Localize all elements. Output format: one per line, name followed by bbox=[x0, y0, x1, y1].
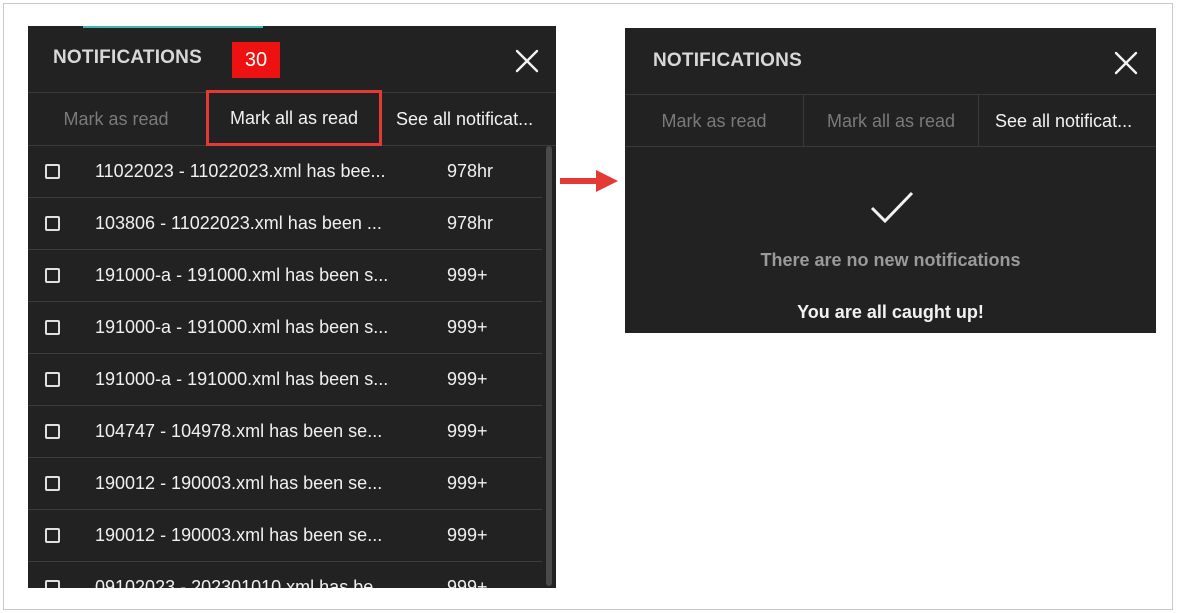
mark-all-as-read-button[interactable]: Mark all as read bbox=[803, 95, 979, 147]
notification-age: 978hr bbox=[447, 213, 494, 233]
notification-age: 999+ bbox=[447, 421, 488, 441]
mark-as-read-button[interactable]: Mark as read bbox=[625, 95, 803, 147]
panel-header: NOTIFICATIONS 30 bbox=[28, 26, 556, 92]
scrollbar[interactable] bbox=[546, 146, 552, 586]
notification-row[interactable]: 191000-a - 191000.xml has been s... 999+ bbox=[28, 250, 542, 302]
checkbox-icon[interactable] bbox=[45, 580, 60, 588]
notification-row[interactable]: 190012 - 190003.xml has been se... 999+ bbox=[28, 510, 542, 562]
panel-header: NOTIFICATIONS bbox=[625, 28, 1156, 94]
checkbox-icon[interactable] bbox=[45, 476, 60, 491]
notification-text: 103806 - 11022023.xml has been ... bbox=[95, 213, 382, 233]
checkbox-icon[interactable] bbox=[45, 216, 60, 231]
panel-title: NOTIFICATIONS bbox=[653, 50, 802, 71]
notification-text: 191000-a - 191000.xml has been s... bbox=[95, 317, 389, 337]
close-icon[interactable] bbox=[1113, 50, 1139, 76]
see-all-notifications-button[interactable]: See all notificat... bbox=[981, 95, 1156, 147]
notification-row[interactable]: 09102023 - 202301010.xml has be... 999+ bbox=[28, 562, 542, 588]
notification-row[interactable]: 191000-a - 191000.xml has been s... 999+ bbox=[28, 302, 542, 354]
notification-age: 999+ bbox=[447, 369, 488, 389]
notification-age: 999+ bbox=[447, 317, 488, 337]
empty-state-message: There are no new notifications bbox=[760, 250, 1021, 270]
notification-age: 999+ bbox=[447, 577, 488, 588]
notification-age: 978hr bbox=[447, 161, 494, 181]
notification-text: 09102023 - 202301010.xml has be... bbox=[95, 577, 389, 588]
notification-age: 999+ bbox=[447, 265, 488, 285]
notification-text: 104747 - 104978.xml has been se... bbox=[95, 421, 383, 441]
checkbox-icon[interactable] bbox=[45, 164, 60, 179]
notification-row[interactable]: 11022023 - 11022023.xml has bee... 978hr bbox=[28, 146, 542, 198]
notification-text: 11022023 - 11022023.xml has bee... bbox=[95, 161, 386, 181]
caught-up-message: You are all caught up! bbox=[797, 302, 984, 322]
checkbox-icon[interactable] bbox=[45, 372, 60, 387]
checkbox-icon[interactable] bbox=[45, 268, 60, 283]
notification-age: 999+ bbox=[447, 525, 488, 545]
panel-title: NOTIFICATIONS bbox=[53, 47, 202, 68]
notification-list: 11022023 - 11022023.xml has bee... 978hr… bbox=[28, 146, 542, 588]
notification-text: 191000-a - 191000.xml has been s... bbox=[95, 369, 389, 389]
notification-text: 191000-a - 191000.xml has been s... bbox=[95, 265, 389, 285]
mark-as-read-button[interactable]: Mark as read bbox=[28, 93, 204, 145]
notification-row[interactable]: 191000-a - 191000.xml has been s... 999+ bbox=[28, 354, 542, 406]
checkbox-icon[interactable] bbox=[45, 320, 60, 335]
notification-age: 999+ bbox=[447, 473, 488, 493]
mark-all-as-read-button[interactable]: Mark all as read bbox=[206, 90, 382, 146]
notification-text: 190012 - 190003.xml has been se... bbox=[95, 525, 383, 545]
action-bar: Mark as read Mark all as read See all no… bbox=[625, 94, 1156, 147]
notification-text: 190012 - 190003.xml has been se... bbox=[95, 473, 383, 493]
see-all-notifications-button[interactable]: See all notificat... bbox=[388, 93, 556, 145]
checkmark-icon bbox=[869, 190, 915, 226]
checkbox-icon[interactable] bbox=[45, 528, 60, 543]
close-icon[interactable] bbox=[514, 48, 540, 74]
notifications-panel-after: NOTIFICATIONS Mark as read Mark all as r… bbox=[625, 28, 1156, 333]
notification-row[interactable]: 104747 - 104978.xml has been se... 999+ bbox=[28, 406, 542, 458]
notification-count-badge: 30 bbox=[232, 42, 280, 78]
notifications-panel-before: NOTIFICATIONS 30 Mark as read Mark all a… bbox=[28, 26, 556, 588]
checkbox-icon[interactable] bbox=[45, 424, 60, 439]
arrow-right-icon bbox=[560, 168, 620, 194]
action-bar: Mark as read Mark all as read See all no… bbox=[28, 90, 556, 146]
notification-row[interactable]: 190012 - 190003.xml has been se... 999+ bbox=[28, 458, 542, 510]
notification-row[interactable]: 103806 - 11022023.xml has been ... 978hr bbox=[28, 198, 542, 250]
